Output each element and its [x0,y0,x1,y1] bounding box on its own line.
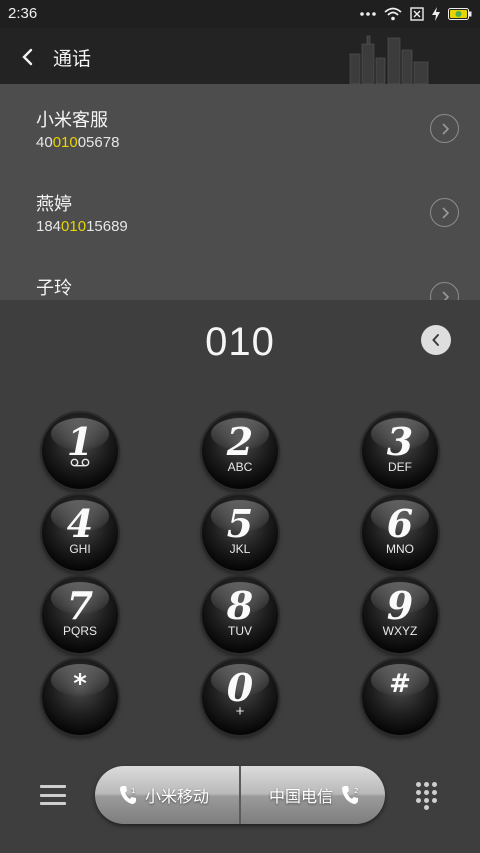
back-button[interactable] [12,42,42,72]
app-header: 通话 [0,28,480,84]
matched-digits: 010 [61,218,87,235]
contact-detail-button[interactable] [430,282,459,300]
sim1-label: 小米移动 [145,787,210,806]
matched-digits: 010 [52,134,78,151]
contact-item[interactable]: 小米客服 4001005678 [0,84,480,168]
more-dots-icon [360,12,376,16]
contact-suggestions: 小米客服 4001005678 燕婷 18401015689 子玲 [0,84,480,300]
key-7[interactable]: 7 PQRS [42,577,118,653]
phone-sim1-icon: 1 [120,786,136,804]
key-3[interactable]: 3 DEF [362,413,438,489]
key-2[interactable]: 2 ABC [202,413,278,489]
contact-number: 4001005678 [36,134,120,151]
contact-item[interactable]: 燕婷 18401015689 [0,168,480,252]
wifi-icon [384,7,402,21]
key-hash[interactable]: # [362,659,438,735]
phone-sim2-icon: 2 [342,786,358,804]
page-title: 通话 [53,48,92,70]
sim-divider [239,766,241,824]
status-bar: 2:36 [0,0,480,28]
key-6[interactable]: 6 MNO [362,495,438,571]
keypad-toggle-button[interactable] [416,782,438,810]
status-time: 2:36 [8,5,38,22]
chevron-right-icon [441,122,449,135]
contact-item[interactable]: 子玲 [0,252,480,300]
contact-detail-button[interactable] [430,198,459,227]
call-sim2-button[interactable]: 中国电信 2 [269,766,361,824]
svg-text:1: 1 [131,787,135,795]
key-0[interactable]: 0 + [202,659,278,735]
status-icons [360,5,472,23]
key-9[interactable]: 9 WXYZ [362,577,438,653]
city-skyline-decoration [349,35,429,84]
key-5[interactable]: 5 JKL [202,495,278,571]
chevron-right-icon [441,290,449,300]
key-1[interactable]: 1 [42,413,118,489]
chevron-right-icon [441,206,449,219]
backspace-button[interactable] [421,325,451,355]
key-8[interactable]: 8 TUV [202,577,278,653]
contact-name: 子玲 [36,278,72,299]
key-star[interactable]: * [42,659,118,735]
chevron-left-icon [22,48,33,66]
contact-name: 小米客服 [36,110,108,131]
call-sim1-button[interactable]: 1 小米移动 [119,766,209,824]
svg-text:2: 2 [354,787,358,795]
dialed-number: 010 [205,320,275,364]
sim-call-buttons: 1 小米移动 中国电信 2 [95,766,385,824]
contact-detail-button[interactable] [430,114,459,143]
dialer-panel: 010 1 2 ABC 3 DEF 4 GHI 5 JKL 6 MNO 7 PQ… [0,300,480,853]
contact-name: 燕婷 [36,194,72,215]
menu-button[interactable] [40,783,66,807]
sim2-label: 中国电信 [269,787,334,806]
voicemail-icon [70,458,90,467]
charging-icon [432,7,440,21]
contact-number: 18401015689 [36,218,128,235]
battery-icon [448,8,472,20]
chevron-left-icon [432,334,439,346]
key-4[interactable]: 4 GHI [42,495,118,571]
no-sim-icon [410,7,424,21]
